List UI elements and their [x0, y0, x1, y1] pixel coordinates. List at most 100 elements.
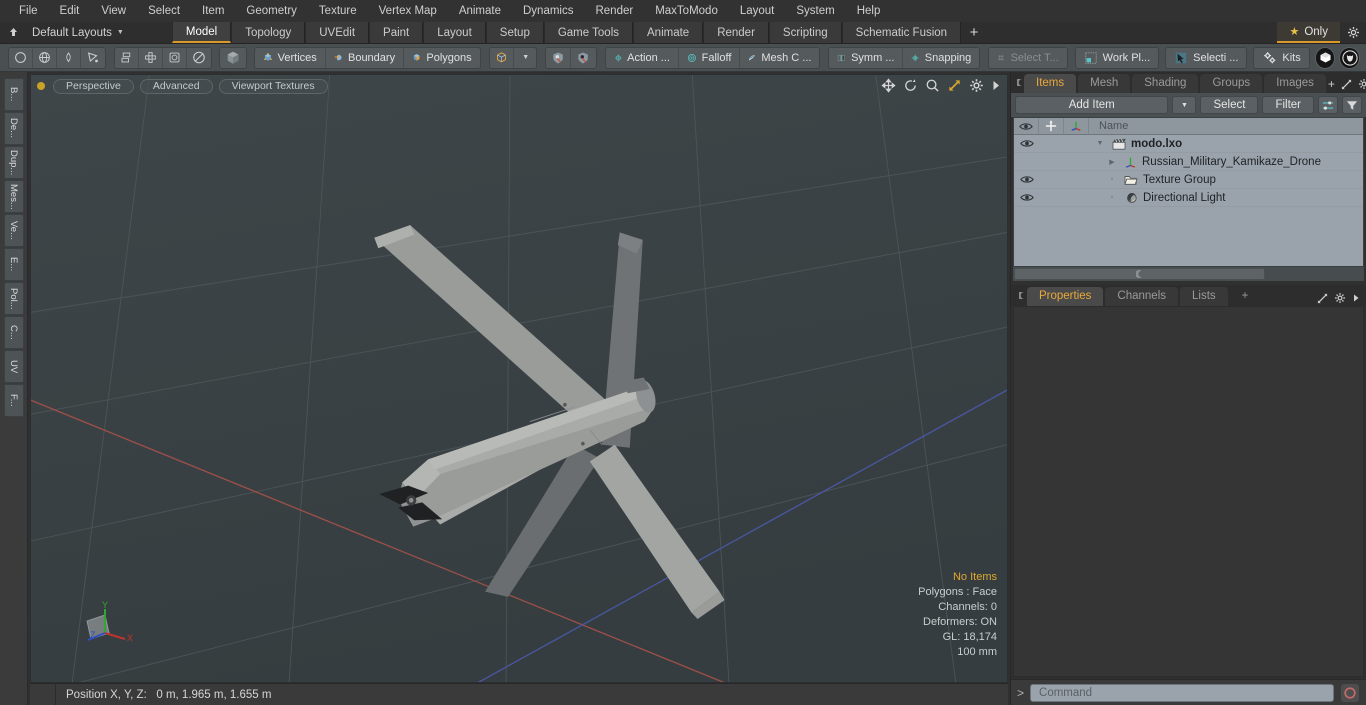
tab-lists[interactable]: Lists: [1180, 287, 1228, 306]
rotate-icon[interactable]: [903, 78, 918, 93]
tab-items[interactable]: Items: [1024, 74, 1077, 93]
row-visibility-eye-icon[interactable]: [1014, 139, 1039, 148]
scrollbar-thumb[interactable]: [1014, 268, 1266, 280]
select-button[interactable]: Select: [1200, 96, 1259, 114]
viewport-shading-advanced[interactable]: Advanced: [139, 78, 213, 94]
panel-menu-dot[interactable]: [1017, 72, 1024, 93]
erase-shield-icon[interactable]: [571, 48, 595, 68]
gear-icon[interactable]: [1358, 78, 1366, 90]
panel-menu-dot[interactable]: [1017, 285, 1027, 306]
3d-viewport[interactable]: Perspective Advanced Viewport Textures N…: [30, 74, 1008, 683]
menu-item-texture[interactable]: Texture: [308, 0, 368, 22]
snapping-button[interactable]: Snapping: [903, 48, 979, 68]
menu-item-animate[interactable]: Animate: [448, 0, 512, 22]
menu-item-dynamics[interactable]: Dynamics: [512, 0, 584, 22]
action-center-button[interactable]: Action ...: [606, 47, 679, 68]
tab-animate[interactable]: Animate: [633, 22, 704, 43]
expand-arrow-icon[interactable]: [1317, 293, 1328, 304]
cube-icon[interactable]: [218, 46, 247, 69]
left-tab-mesh-edit[interactable]: Mes...: [3, 180, 24, 213]
table-row[interactable]: ▪ Directional Light: [1014, 189, 1363, 207]
left-tab-basic[interactable]: B...: [3, 78, 24, 111]
left-tab-polygon[interactable]: Pol...: [3, 282, 24, 315]
radial-icon[interactable]: [187, 48, 211, 68]
menu-item-vertex-map[interactable]: Vertex Map: [368, 0, 448, 22]
polygon-pen-icon[interactable]: [81, 48, 105, 68]
expand-arrow-icon[interactable]: [991, 79, 1001, 92]
menu-item-edit[interactable]: Edit: [49, 0, 91, 22]
expand-arrow-icon[interactable]: [1341, 79, 1352, 90]
row-visibility-eye-icon[interactable]: [1014, 193, 1039, 202]
item-cube-icon[interactable]: [490, 47, 514, 68]
items-horizontal-scrollbar[interactable]: [1013, 267, 1364, 281]
plus-icon[interactable]: +: [1328, 77, 1335, 91]
tab-paint[interactable]: Paint: [369, 22, 424, 43]
menu-item-geometry[interactable]: Geometry: [235, 0, 308, 22]
items-tree[interactable]: Name ▼ modo.lxo ▶ Russian_Military_Kamik…: [1013, 117, 1364, 267]
menu-item-view[interactable]: View: [90, 0, 137, 22]
table-row[interactable]: ▪ Texture Group: [1014, 171, 1363, 189]
filter-button[interactable]: Filter: [1262, 96, 1314, 114]
tab-schematic-fusion[interactable]: Schematic Fusion: [841, 22, 962, 43]
list-item[interactable]: ▼ modo.lxo: [1089, 138, 1363, 150]
left-tab-curve[interactable]: C...: [3, 316, 24, 349]
gear-icon[interactable]: [1340, 22, 1366, 43]
table-row[interactable]: ▼ modo.lxo: [1014, 135, 1363, 153]
left-tab-uv[interactable]: UV: [3, 350, 24, 383]
zoom-icon[interactable]: [925, 78, 940, 93]
menu-item-item[interactable]: Item: [191, 0, 235, 22]
unreal-logo-icon[interactable]: [1339, 46, 1360, 69]
add-item-button[interactable]: Add Item: [1015, 96, 1169, 114]
left-tab-vertex[interactable]: Ve...: [3, 214, 24, 247]
tab-scripting[interactable]: Scripting: [768, 22, 842, 43]
layout-preset-selector[interactable]: Default Layouts ▼: [26, 22, 134, 43]
array-icon[interactable]: [139, 47, 163, 68]
menu-item-file[interactable]: File: [8, 0, 49, 22]
selection-mode-boundary[interactable]: Boundary: [326, 47, 405, 68]
pan-icon[interactable]: [881, 78, 896, 93]
funnel-icon[interactable]: [1342, 96, 1362, 114]
collapse-triangle-icon[interactable]: ▶: [1105, 158, 1119, 166]
tab-layout[interactable]: Layout: [423, 22, 486, 43]
tab-topology[interactable]: Topology: [231, 22, 306, 43]
left-tab-duplicate[interactable]: Dup...: [3, 146, 24, 179]
selection-set-button[interactable]: Selecti ...: [1165, 46, 1248, 69]
left-tab-deform[interactable]: De...: [3, 112, 24, 145]
symmetry-button[interactable]: Symm ...: [829, 47, 904, 68]
mesh-constraint-button[interactable]: Mesh C ...: [740, 48, 819, 68]
chevron-down-icon[interactable]: ▼: [514, 48, 537, 68]
add-item-dropdown[interactable]: ▼: [1172, 96, 1197, 114]
globe-icon[interactable]: [33, 47, 57, 68]
list-item[interactable]: ▪ Directional Light: [1089, 192, 1363, 204]
list-item[interactable]: ▶ Russian_Military_Kamikaze_Drone: [1089, 156, 1363, 168]
record-circle-icon[interactable]: [1340, 682, 1360, 703]
add-properties-tab-button[interactable]: +: [1230, 287, 1261, 306]
table-row[interactable]: ▶ Russian_Military_Kamikaze_Drone: [1014, 153, 1363, 171]
viewport-mode-perspective[interactable]: Perspective: [53, 78, 134, 94]
list-item[interactable]: ▪ Texture Group: [1089, 174, 1363, 186]
caret-right-icon[interactable]: [1352, 293, 1360, 303]
menu-item-system[interactable]: System: [785, 0, 845, 22]
row-visibility-eye-icon[interactable]: [1014, 175, 1039, 184]
pen-icon[interactable]: [57, 47, 81, 68]
tab-model[interactable]: Model: [171, 22, 232, 43]
modo-logo-icon[interactable]: [1314, 46, 1336, 69]
selection-mode-vertices[interactable]: Vertices: [255, 47, 326, 68]
tab-channels[interactable]: Channels: [1105, 287, 1179, 306]
tab-mesh[interactable]: Mesh ...: [1078, 74, 1131, 108]
menu-item-help[interactable]: Help: [846, 0, 892, 22]
select-through-button[interactable]: Select T...: [989, 48, 1066, 68]
work-plane-button[interactable]: Work Pl...: [1074, 46, 1160, 69]
falloff-button[interactable]: Falloff: [679, 47, 741, 68]
tab-groups[interactable]: Groups: [1200, 74, 1263, 93]
tab-images[interactable]: Images: [1264, 74, 1326, 93]
command-input[interactable]: Command: [1030, 683, 1334, 702]
add-tab-button[interactable]: +: [961, 22, 988, 43]
gear-icon[interactable]: [969, 78, 984, 93]
circle-icon[interactable]: [9, 47, 33, 68]
tab-game-tools[interactable]: Game Tools: [543, 22, 633, 43]
tab-shading[interactable]: Shading: [1132, 74, 1199, 93]
fit-icon[interactable]: [947, 78, 962, 93]
gear-icon[interactable]: [1334, 292, 1346, 304]
selection-mode-polygons[interactable]: Polygons: [404, 48, 480, 68]
